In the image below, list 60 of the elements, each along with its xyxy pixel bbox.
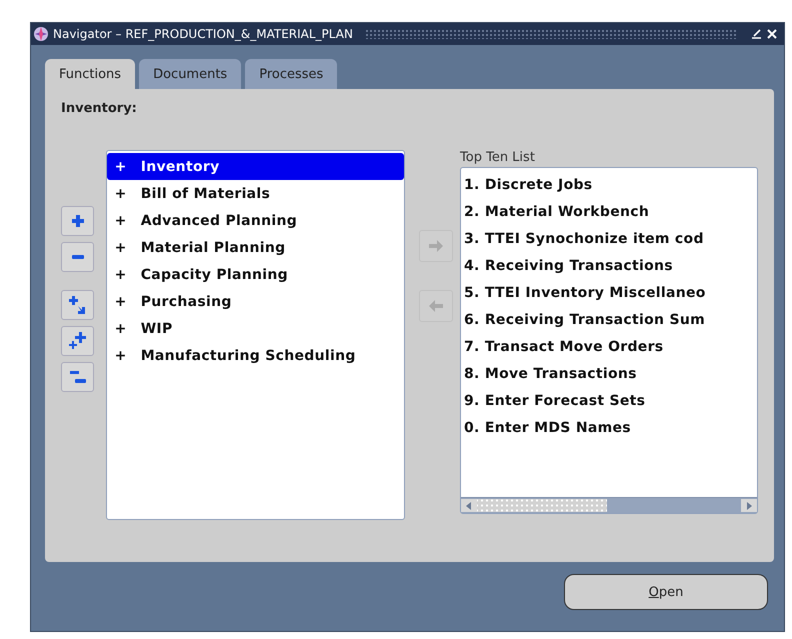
- tree-tool-button[interactable]: [61, 362, 94, 392]
- function-item[interactable]: + Manufacturing Scheduling: [106, 342, 404, 369]
- plus-arrow-icon: [68, 295, 88, 315]
- function-item[interactable]: + Material Planning: [106, 234, 404, 261]
- tree-tool-button[interactable]: [61, 206, 94, 236]
- top-ten-item[interactable]: 5. TTEI Inventory Miscellaneo: [464, 280, 758, 307]
- list-label: Top Ten List: [460, 150, 536, 165]
- minus-icon: [70, 254, 84, 260]
- top-ten-item[interactable]: 1. Discrete Jobs: [464, 172, 758, 199]
- function-item[interactable]: + Capacity Planning: [106, 261, 404, 288]
- tab[interactable]: Documents: [139, 59, 242, 89]
- function-label: Material Planning: [140, 240, 286, 256]
- function-label: Capacity Planning: [140, 266, 288, 282]
- expander-icon[interactable]: +: [114, 240, 127, 256]
- function-label: Bill of Materials: [140, 186, 270, 202]
- top-ten-item[interactable]: 2. Material Workbench: [464, 199, 758, 226]
- tree-tool-button[interactable]: [61, 242, 94, 272]
- expander-icon[interactable]: +: [114, 186, 127, 202]
- open-button[interactable]: Open: [564, 574, 768, 610]
- plus-icon: [70, 214, 84, 228]
- minimize-icon[interactable]: [750, 28, 762, 40]
- top-ten-item[interactable]: 8. Move Transactions: [464, 361, 758, 388]
- function-item[interactable]: + Bill of Materials: [106, 180, 404, 207]
- tab[interactable]: Functions: [45, 59, 136, 89]
- expander-icon[interactable]: +: [114, 266, 127, 282]
- top-ten-item[interactable]: 3. TTEI Synochonize item cod: [464, 226, 758, 253]
- function-item[interactable]: + WIP: [106, 315, 404, 342]
- top-ten-item[interactable]: 9. Enter Forecast Sets: [464, 388, 758, 415]
- app-icon: [33, 26, 49, 42]
- left-arrow-icon: [428, 299, 444, 313]
- function-label: Manufacturing Scheduling: [140, 348, 356, 364]
- expander-icon[interactable]: +: [114, 158, 127, 174]
- top-ten-item[interactable]: 4. Receiving Transactions: [464, 253, 758, 280]
- scroll-right-icon[interactable]: [741, 499, 758, 512]
- close-icon[interactable]: [766, 28, 778, 40]
- top-ten-item[interactable]: 0. Enter MDS Names: [464, 415, 758, 442]
- tab[interactable]: Processes: [245, 59, 338, 89]
- expander-icon[interactable]: +: [114, 320, 127, 336]
- function-label: Inventory: [140, 158, 220, 174]
- double-minus-icon: [68, 369, 86, 385]
- tree-tool-button[interactable]: [61, 326, 94, 356]
- top-ten-item[interactable]: 7. Transact Move Orders: [464, 334, 758, 361]
- expander-icon[interactable]: +: [114, 294, 127, 310]
- expander-icon[interactable]: +: [114, 212, 127, 228]
- section-heading: Inventory:: [61, 101, 138, 116]
- double-plus-icon: [68, 331, 88, 351]
- tree-tool-button[interactable]: [61, 290, 94, 320]
- scroll-left-icon[interactable]: [461, 499, 478, 512]
- scroll-thumb[interactable]: [477, 499, 608, 512]
- right-arrow-icon: [428, 239, 444, 253]
- function-item[interactable]: + Purchasing: [106, 288, 404, 315]
- window-title: Navigator – REF_PRODUCTION_&_MATERIAL_PLAN: [53, 27, 353, 41]
- function-label: Advanced Planning: [140, 212, 298, 228]
- horizontal-scrollbar[interactable]: [461, 497, 758, 513]
- function-label: WIP: [140, 320, 172, 336]
- function-label: Purchasing: [140, 294, 232, 310]
- expander-icon[interactable]: +: [114, 348, 127, 364]
- function-item[interactable]: + Advanced Planning: [106, 207, 404, 234]
- function-item[interactable]: + Inventory: [106, 153, 404, 180]
- top-ten-item[interactable]: 6. Receiving Transaction Sum: [464, 307, 758, 334]
